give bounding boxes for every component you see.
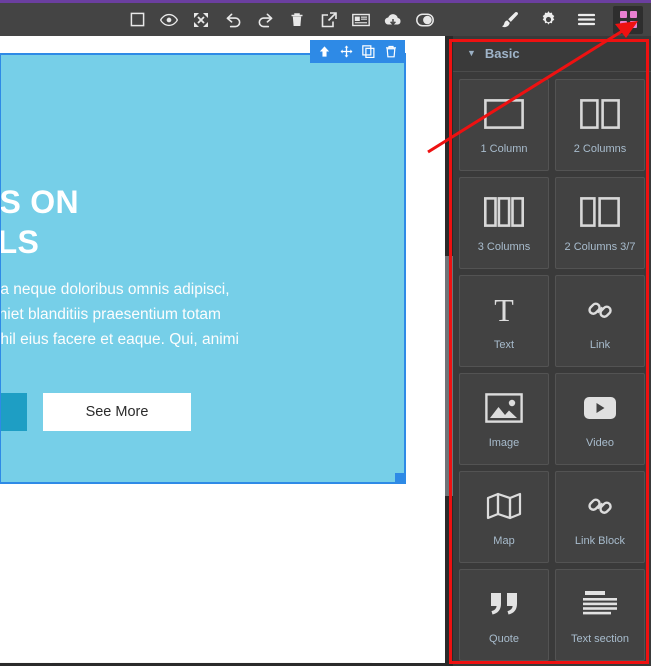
arrow-up-icon[interactable] xyxy=(317,44,332,59)
cloud-download-icon[interactable] xyxy=(384,11,402,29)
video-icon xyxy=(583,389,617,427)
buy-now-button[interactable]: w xyxy=(1,393,27,431)
eye-icon[interactable] xyxy=(160,11,178,29)
see-more-button[interactable]: See More xyxy=(43,393,191,431)
block-label: Link xyxy=(589,339,611,351)
block-label: Quote xyxy=(489,633,519,645)
toolbar-center-group xyxy=(128,3,434,36)
trash-icon[interactable] xyxy=(383,44,398,59)
features-heading: s xyxy=(0,566,1,597)
block-text-section[interactable]: Text section xyxy=(555,569,645,661)
canvas-right-gutter xyxy=(407,53,445,488)
block-3-columns[interactable]: 3 Columns xyxy=(459,177,549,269)
svg-text:T: T xyxy=(494,294,514,326)
block-label: 1 Column xyxy=(480,143,528,155)
square-outline-icon[interactable] xyxy=(128,11,146,29)
top-toolbar xyxy=(0,3,651,36)
copy-icon[interactable] xyxy=(361,44,376,59)
block-label: Map xyxy=(493,535,515,547)
three-columns-icon xyxy=(484,193,524,231)
undo-icon[interactable] xyxy=(224,11,242,29)
block-2-columns[interactable]: 2 Columns xyxy=(555,79,645,171)
block-label: 2 Columns xyxy=(573,143,627,155)
block-link-block[interactable]: Link Block xyxy=(555,471,645,563)
hero-section[interactable]: AVINGS ONRRIVALS at repellat, quia neque… xyxy=(1,55,404,482)
text-section-icon xyxy=(582,585,618,623)
element-action-toolbar xyxy=(310,40,405,63)
blocks-panel[interactable]: ▼ Basic 1 Column 2 Columns 3 Columns 2 C… xyxy=(453,36,651,666)
trash-icon[interactable] xyxy=(288,11,306,29)
toolbar-right-group xyxy=(499,3,647,36)
hero-button-group: w See More xyxy=(1,393,191,431)
editor-canvas[interactable]: AVINGS ONRRIVALS at repellat, quia neque… xyxy=(0,36,445,666)
fullscreen-icon[interactable] xyxy=(192,11,210,29)
gear-icon[interactable] xyxy=(537,9,559,31)
block-label: Text section xyxy=(570,633,630,645)
hero-section-selected[interactable]: AVINGS ONRRIVALS at repellat, quia neque… xyxy=(0,53,406,484)
block-label: Video xyxy=(586,437,614,449)
layers-icon[interactable] xyxy=(575,9,597,31)
two-columns-icon xyxy=(580,95,620,133)
external-link-icon[interactable] xyxy=(320,11,338,29)
paintbrush-icon[interactable] xyxy=(499,9,521,31)
block-label: Link Block xyxy=(574,535,626,547)
image-icon xyxy=(485,389,523,427)
blocks-grid: 1 Column 2 Columns 3 Columns 2 Columns 3… xyxy=(453,72,651,661)
chevron-down-icon: ▼ xyxy=(467,48,476,58)
blocks-category-title: Basic xyxy=(484,46,520,61)
link-block-icon xyxy=(585,487,615,525)
block-label: 3 Columns xyxy=(477,241,531,253)
block-image[interactable]: Image xyxy=(459,373,549,465)
resize-handle[interactable] xyxy=(395,473,404,482)
block-label: Image xyxy=(488,437,520,449)
link-icon xyxy=(585,291,615,329)
blocks-icon[interactable] xyxy=(613,5,643,34)
two-columns-37-icon xyxy=(580,193,620,231)
canvas-scrollbar-thumb[interactable] xyxy=(445,256,453,496)
app-root: AVINGS ONRRIVALS at repellat, quia neque… xyxy=(0,0,651,666)
block-1-column[interactable]: 1 Column xyxy=(459,79,549,171)
features-section[interactable]: s FREE xyxy=(0,488,445,666)
contrast-toggle-icon[interactable] xyxy=(416,11,434,29)
block-map[interactable]: Map xyxy=(459,471,549,563)
block-text[interactable]: T Text xyxy=(459,275,549,367)
hero-heading: AVINGS ONRRIVALS xyxy=(1,184,79,260)
blocks-category-header[interactable]: ▼ Basic xyxy=(453,36,651,72)
canvas-scrollbar[interactable] xyxy=(445,36,453,666)
redo-icon[interactable] xyxy=(256,11,274,29)
block-link[interactable]: Link xyxy=(555,275,645,367)
newspaper-icon[interactable] xyxy=(352,11,370,29)
block-video[interactable]: Video xyxy=(555,373,645,465)
blocks-icon-glyph xyxy=(619,11,637,28)
text-icon: T xyxy=(487,291,521,329)
block-quote[interactable]: Quote xyxy=(459,569,549,661)
block-label: Text xyxy=(493,339,515,351)
one-column-icon xyxy=(484,95,524,133)
quote-icon xyxy=(488,585,520,623)
move-icon[interactable] xyxy=(339,44,354,59)
map-icon xyxy=(486,487,522,525)
block-2-columns-3-7[interactable]: 2 Columns 3/7 xyxy=(555,177,645,269)
hero-paragraph: at repellat, quia neque doloribus omnis … xyxy=(1,281,240,348)
block-label: 2 Columns 3/7 xyxy=(564,241,636,253)
